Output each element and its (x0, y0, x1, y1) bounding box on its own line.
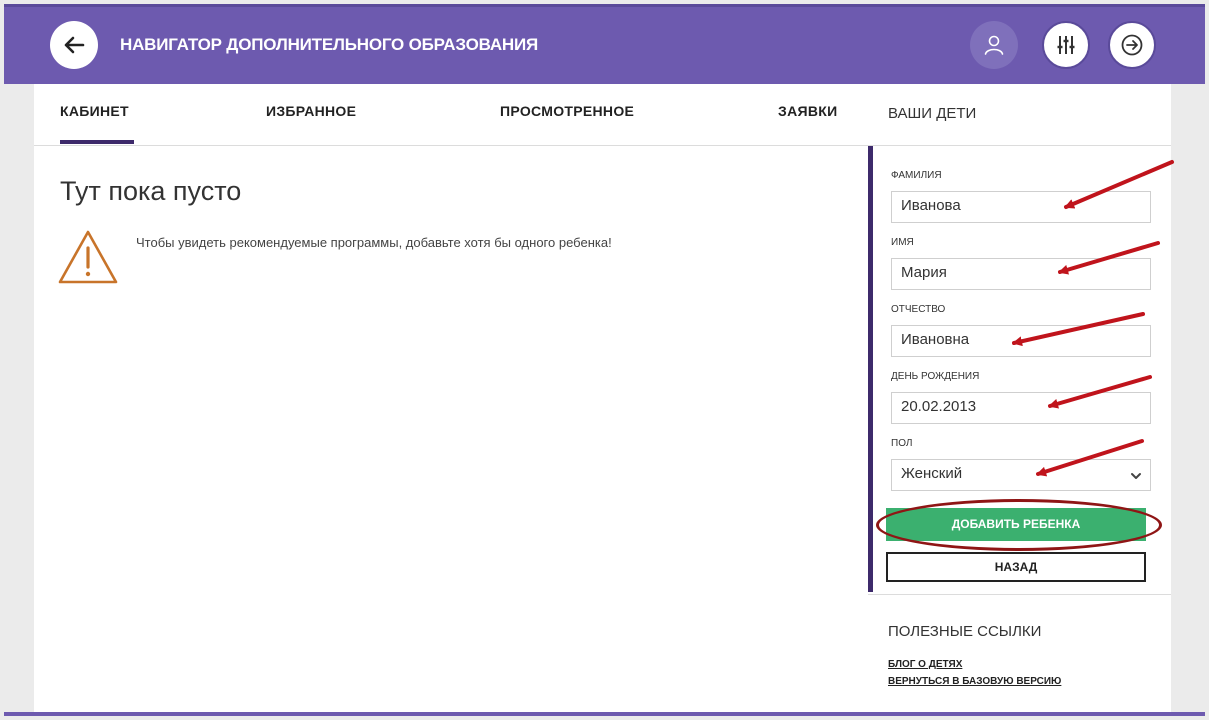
user-icon (984, 35, 1004, 55)
arrow-right-circle-icon (1121, 34, 1143, 56)
highlight-oval (876, 499, 1162, 551)
patronymic-label: ОТЧЕСТВО (891, 304, 946, 315)
links-title: ПОЛЕЗНЫЕ ССЫЛКИ (888, 623, 1042, 640)
sliders-icon (1057, 36, 1075, 54)
form-back-button[interactable]: НАЗАД (886, 552, 1146, 582)
birthday-field[interactable]: 20.02.2013 (891, 392, 1151, 424)
logout-button[interactable] (1108, 21, 1156, 69)
surname-label: ФАМИЛИЯ (891, 170, 942, 181)
tab-cabinet[interactable]: КАБИНЕТ (60, 103, 134, 144)
tab-favorites[interactable]: ИЗБРАННОЕ (266, 103, 356, 119)
tab-applications[interactable]: ЗАЯВКИ (778, 103, 837, 119)
gender-selected-value: Женский (901, 465, 963, 482)
warning-triangle-icon (58, 230, 118, 284)
link-basic-version[interactable]: ВЕРНУТЬСЯ В БАЗОВУЮ ВЕРСИЮ (888, 676, 1061, 687)
sidebar-header: ВАШИ ДЕТИ (868, 84, 1171, 146)
name-field[interactable]: Мария (891, 258, 1151, 290)
birthday-label: ДЕНЬ РОЖДЕНИЯ (891, 371, 980, 382)
tab-viewed[interactable]: ПРОСМОТРЕННОЕ (500, 103, 634, 119)
useful-links: ПОЛЕЗНЫЕ ССЫЛКИ БЛОГ О ДЕТЯХ ВЕРНУТЬСЯ В… (868, 594, 1171, 712)
gender-label: ПОЛ (891, 438, 913, 449)
patronymic-field[interactable]: Ивановна (891, 325, 1151, 357)
arrow-left-icon (64, 36, 85, 54)
warning-message: Чтобы увидеть рекомендуемые программы, д… (136, 235, 612, 250)
tab-bar: КАБИНЕТ ИЗБРАННОЕ ПРОСМОТРЕННОЕ ЗАЯВКИ (34, 84, 868, 146)
bottom-bar (4, 712, 1205, 716)
children-sidebar: ВАШИ ДЕТИ ФАМИЛИЯ Иванова ИМЯ Мария ОТЧЕ… (868, 84, 1171, 712)
profile-button[interactable] (970, 21, 1018, 69)
empty-state-title: Тут пока пусто (60, 176, 242, 206)
back-button[interactable] (50, 21, 98, 69)
gender-select[interactable]: Женский (891, 459, 1151, 491)
surname-field[interactable]: Иванова (891, 191, 1151, 223)
link-blog[interactable]: БЛОГ О ДЕТЯХ (888, 659, 962, 670)
top-header: НАВИГАТОР ДОПОЛНИТЕЛЬНОГО ОБРАЗОВАНИЯ (4, 4, 1205, 84)
name-label: ИМЯ (891, 237, 914, 248)
main-panel: КАБИНЕТ ИЗБРАННОЕ ПРОСМОТРЕННОЕ ЗАЯВКИ Т… (34, 84, 868, 712)
filter-button[interactable] (1042, 21, 1090, 69)
sidebar-title: ВАШИ ДЕТИ (888, 105, 977, 122)
chevron-down-icon (1131, 473, 1141, 479)
app-title: НАВИГАТОР ДОПОЛНИТЕЛЬНОГО ОБРАЗОВАНИЯ (120, 35, 539, 54)
